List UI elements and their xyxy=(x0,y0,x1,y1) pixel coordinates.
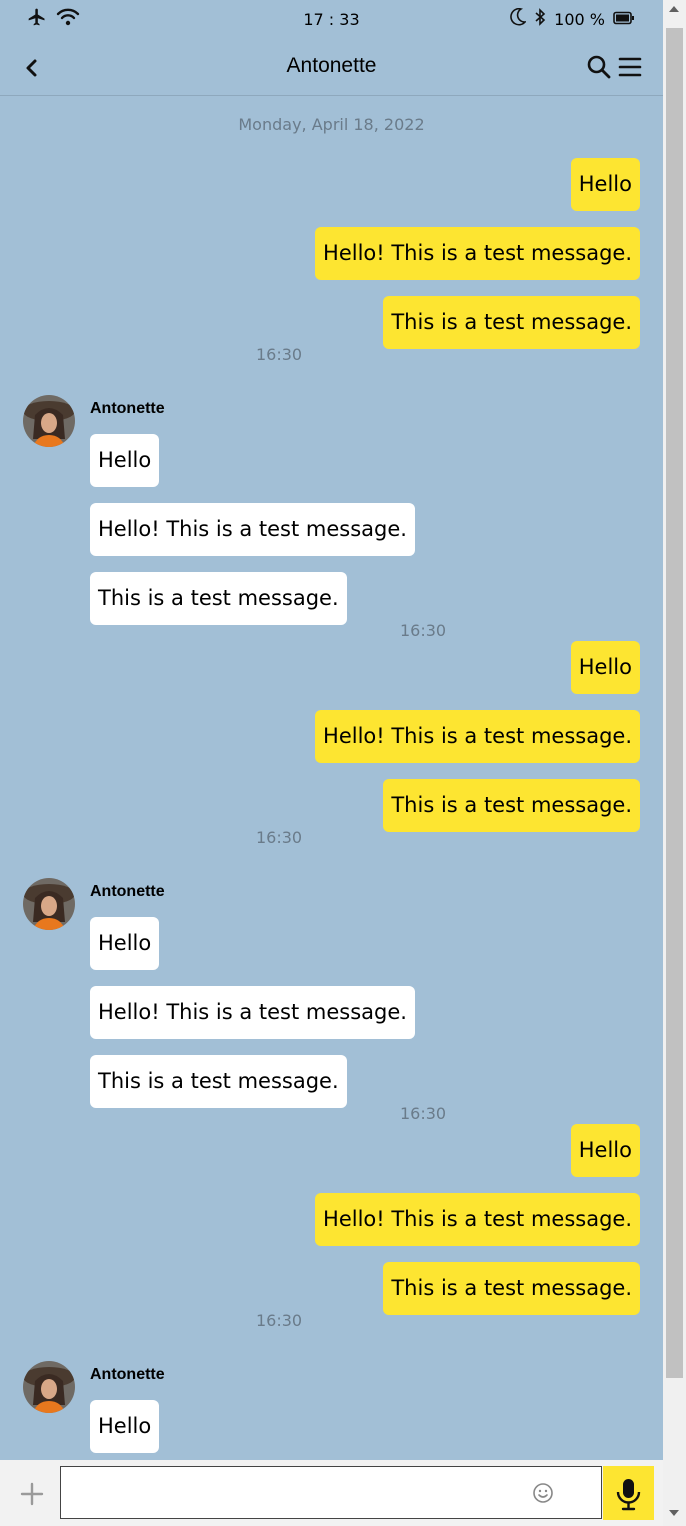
sent-message-bubble[interactable]: Hello! This is a test message. xyxy=(315,710,640,763)
chat-title: Antonette xyxy=(286,54,377,77)
message-timestamp: 16:30 xyxy=(256,345,303,364)
bluetooth-icon xyxy=(534,8,546,30)
sent-message-bubble[interactable]: Hello xyxy=(570,158,640,211)
message-timestamp: 16:30 xyxy=(400,1104,447,1123)
scrollbar[interactable] xyxy=(663,0,686,1526)
sent-message-bubble[interactable]: Hello xyxy=(570,641,640,694)
status-right: 100 % xyxy=(510,7,635,30)
sent-message-bubble[interactable]: Hello xyxy=(570,1124,640,1177)
sent-message-bubble[interactable]: This is a test message. xyxy=(383,296,640,349)
scroll-up-arrow-icon[interactable] xyxy=(669,6,679,12)
received-message-bubble[interactable]: Hello xyxy=(90,917,160,970)
avatar[interactable] xyxy=(23,878,75,930)
menu-icon[interactable] xyxy=(618,56,642,78)
moon-icon xyxy=(510,7,528,30)
sender-name: Antonette xyxy=(90,883,165,900)
avatar[interactable] xyxy=(23,1361,75,1413)
sent-message-bubble[interactable]: This is a test message. xyxy=(383,1262,640,1315)
message-timestamp: 16:30 xyxy=(256,1311,303,1330)
message-timestamp: 16:30 xyxy=(400,621,447,640)
message-timestamp: 16:30 xyxy=(256,828,303,847)
message-input-bar xyxy=(0,1460,663,1526)
sender-name: Antonette xyxy=(90,1366,165,1383)
mic-icon xyxy=(603,1479,654,1524)
battery-label: 100 % xyxy=(554,9,605,29)
received-message-bubble[interactable]: Hello! This is a test message. xyxy=(90,503,415,556)
sender-name: Antonette xyxy=(90,400,165,417)
sent-message-bubble[interactable]: Hello! This is a test message. xyxy=(315,1193,640,1246)
status-bar: 17 : 33 100 % xyxy=(0,0,663,38)
received-message-bubble[interactable]: This is a test message. xyxy=(90,1055,347,1108)
plus-icon[interactable] xyxy=(18,1480,46,1508)
search-icon[interactable] xyxy=(586,54,612,80)
avatar[interactable] xyxy=(23,395,75,447)
message-input[interactable] xyxy=(60,1466,602,1519)
mic-button[interactable] xyxy=(603,1466,654,1520)
sent-message-bubble[interactable]: Hello! This is a test message. xyxy=(315,227,640,280)
sent-message-bubble[interactable]: This is a test message. xyxy=(383,779,640,832)
received-message-bubble[interactable]: Hello xyxy=(90,434,160,487)
received-message-bubble[interactable]: Hello xyxy=(90,1400,160,1453)
battery-icon xyxy=(613,10,635,29)
received-message-bubble[interactable]: Hello! This is a test message. xyxy=(90,986,415,1039)
scrollbar-thumb[interactable] xyxy=(666,28,683,1378)
date-separator: Monday, April 18, 2022 xyxy=(238,115,425,134)
chat-screen: 17 : 33 100 % Antonette Monday, April 18… xyxy=(0,0,663,1526)
chat-header: Antonette xyxy=(0,38,663,96)
emoji-icon[interactable] xyxy=(532,1482,554,1504)
scroll-down-arrow-icon[interactable] xyxy=(669,1510,679,1516)
received-message-bubble[interactable]: This is a test message. xyxy=(90,572,347,625)
